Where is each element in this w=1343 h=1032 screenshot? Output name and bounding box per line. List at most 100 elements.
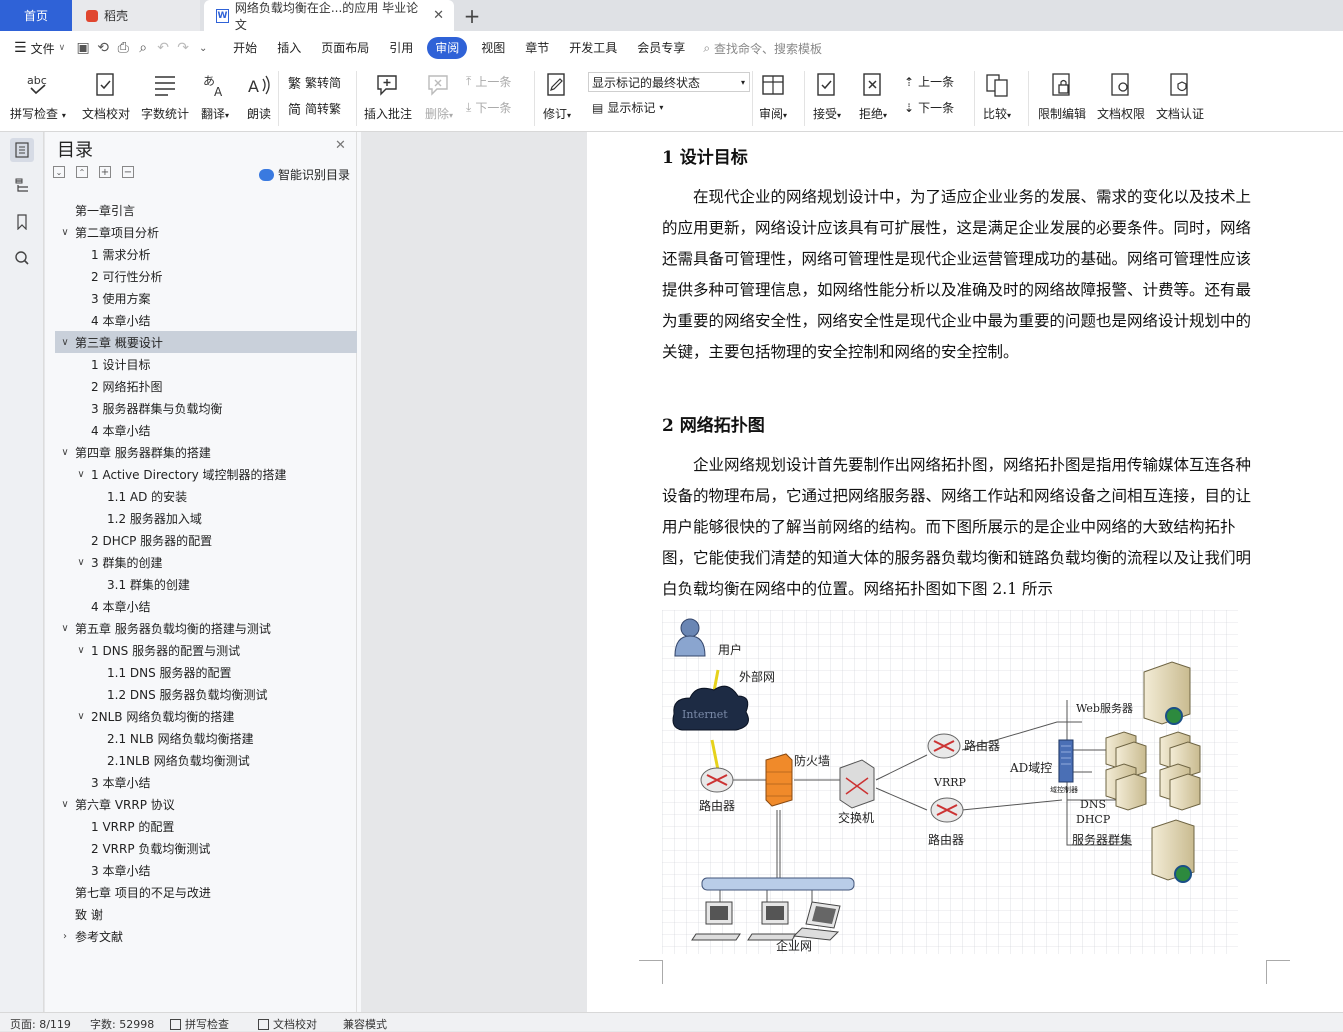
toc-item[interactable]: 第一章引言 — [45, 199, 357, 221]
toc-item[interactable]: 1 设计目标 — [45, 353, 357, 375]
word-count-indicator[interactable]: 字数: 52998 — [90, 1016, 154, 1032]
outline-panel-icon[interactable] — [10, 174, 34, 198]
new-tab-button[interactable]: + — [460, 0, 484, 31]
toc-item[interactable]: ∨ 2NLB 网络负载均衡的搭建 — [45, 705, 357, 727]
trad-to-simp-button[interactable]: 繁 繁转简 — [288, 73, 341, 92]
accept-button[interactable]: 接受▾ — [812, 71, 842, 122]
revise-button[interactable]: 修订▾ — [542, 71, 572, 122]
compare-button[interactable]: 比较▾ — [982, 71, 1012, 122]
chevron-down-icon[interactable]: ∨ — [59, 337, 71, 348]
tab-document[interactable]: W 网络负载均衡在企...的应用 毕业论文 ✕ — [204, 0, 454, 32]
reject-button[interactable]: 拒绝▾ — [858, 71, 888, 122]
export-icon[interactable]: ⟲ — [93, 38, 113, 58]
toc-item[interactable]: 3.1 群集的创建 — [45, 573, 357, 595]
toc-item[interactable]: ∨ 3 群集的创建 — [45, 551, 357, 573]
toc-item[interactable]: 1.2 服务器加入域 — [45, 507, 357, 529]
doc-proof-toggle[interactable]: 文档校对 — [258, 1016, 317, 1032]
toc-item[interactable]: 4 本章小结 — [45, 419, 357, 441]
chevron-down-icon[interactable]: ∨ — [59, 447, 71, 458]
toc-item[interactable]: ∨ 第二章项目分析 — [45, 221, 357, 243]
toc-item[interactable]: 2 DHCP 服务器的配置 — [45, 529, 357, 551]
spell-check-toggle[interactable]: 拼写检查 — [170, 1016, 229, 1032]
toc-item[interactable]: 2 VRRP 负载均衡测试 — [45, 837, 357, 859]
more-icon[interactable]: ⌄ — [193, 38, 213, 58]
doc-permission-button[interactable]: 文档权限 — [1097, 71, 1145, 122]
toc-item[interactable]: 3 本章小结 — [45, 859, 357, 881]
print-icon[interactable]: ⎙ — [113, 38, 133, 58]
read-aloud-button[interactable]: A 朗读 — [244, 71, 274, 122]
bookmark-icon[interactable] — [10, 210, 34, 234]
toc-item[interactable]: ∨ 1 Active Directory 域控制器的搭建 — [45, 463, 357, 485]
chevron-down-icon[interactable]: ∨ — [75, 711, 87, 722]
menu-member[interactable]: 会员专享 — [627, 37, 695, 59]
toc-item[interactable]: › 参考文献 — [45, 925, 357, 947]
menu-section[interactable]: 章节 — [515, 37, 559, 59]
save-icon[interactable]: ▣ — [73, 38, 93, 58]
print-preview-icon[interactable]: ⌕ — [133, 38, 153, 58]
next-change-button[interactable]: ⇣ 下一条 — [904, 99, 954, 116]
restrict-edit-button[interactable]: 限制编辑 — [1038, 71, 1086, 122]
menu-review[interactable]: 审阅 — [427, 37, 468, 59]
file-menu[interactable]: ☰ 文件 ∨ — [0, 40, 73, 57]
prev-comment-button[interactable]: ⤒ 上一条 — [466, 73, 511, 90]
chevron-down-icon[interactable]: ∨ — [75, 645, 87, 656]
spell-check-button[interactable]: abc 拼写检查 ▾ — [10, 71, 66, 122]
toc-panel-icon[interactable] — [10, 138, 34, 162]
chevron-down-icon[interactable]: ∨ — [75, 469, 87, 480]
toc-item[interactable]: 第七章 项目的不足与改进 — [45, 881, 357, 903]
toc-item[interactable]: ∨ 第三章 概要设计 — [55, 331, 357, 353]
tab-daoke[interactable]: 稻壳 — [72, 0, 200, 31]
toc-item[interactable]: 1.1 DNS 服务器的配置 — [45, 661, 357, 683]
toc-item[interactable]: 2 可行性分析 — [45, 265, 357, 287]
command-search[interactable]: ⌕ 查找命令、搜索模板 — [703, 40, 822, 57]
review-pane-button[interactable]: 审阅▾ — [758, 71, 788, 122]
toc-item[interactable]: 致 谢 — [45, 903, 357, 925]
toc-item[interactable]: 4 本章小结 — [45, 595, 357, 617]
insert-comment-button[interactable]: 插入批注 — [364, 71, 412, 122]
translate-button[interactable]: あA 翻译▾ — [200, 71, 230, 122]
next-comment-button[interactable]: ⤓ 下一条 — [466, 99, 511, 116]
toc-item[interactable]: 4 本章小结 — [45, 309, 357, 331]
chevron-down-icon[interactable]: ∨ — [75, 557, 87, 568]
toc-item[interactable]: 1.1 AD 的安装 — [45, 485, 357, 507]
toc-item[interactable]: 3 使用方案 — [45, 287, 357, 309]
toc-item[interactable]: ∨ 第五章 服务器负载均衡的搭建与测试 — [45, 617, 357, 639]
show-markup-button[interactable]: ▤ 显示标记 ▾ — [592, 99, 663, 116]
chevron-down-icon[interactable]: ∨ — [59, 799, 71, 810]
menu-view[interactable]: 视图 — [471, 37, 515, 59]
toc-item[interactable]: ∨ 第四章 服务器群集的搭建 — [45, 441, 357, 463]
expand-all-icon[interactable]: ⌄ — [53, 166, 65, 178]
doc-proof-button[interactable]: 文档校对 — [82, 71, 130, 122]
doc-auth-button[interactable]: 文档认证 — [1156, 71, 1204, 122]
simp-to-trad-button[interactable]: 简 简转繁 — [288, 99, 341, 118]
menu-start[interactable]: 开始 — [223, 37, 267, 59]
chevron-down-icon[interactable]: ∨ — [59, 623, 71, 634]
delete-comment-button[interactable]: 删除▾ — [424, 71, 454, 122]
toc-item[interactable]: ∨ 第六章 VRRP 协议 — [45, 793, 357, 815]
toc-item[interactable]: 1.2 DNS 服务器负载均衡测试 — [45, 683, 357, 705]
toc-item[interactable]: 3 本章小结 — [45, 771, 357, 793]
toc-item[interactable]: 1 需求分析 — [45, 243, 357, 265]
redo-icon[interactable]: ↷ — [173, 38, 193, 58]
toc-item[interactable]: ∨ 1 DNS 服务器的配置与测试 — [45, 639, 357, 661]
word-count-button[interactable]: 字数统计 — [141, 71, 189, 122]
toc-item[interactable]: 2.1NLB 网络负载均衡测试 — [45, 749, 357, 771]
chevron-right-icon[interactable]: › — [59, 931, 71, 942]
page-indicator[interactable]: 页面: 8/119 — [10, 1016, 71, 1032]
search-icon[interactable] — [10, 246, 34, 270]
menu-insert[interactable]: 插入 — [267, 37, 311, 59]
add-heading-icon[interactable]: + — [99, 166, 111, 178]
toc-item[interactable]: 2 网络拓扑图 — [45, 375, 357, 397]
smart-toc-button[interactable]: 智能识别目录 — [259, 166, 350, 183]
toc-item[interactable]: 2.1 NLB 网络负载均衡搭建 — [45, 727, 357, 749]
markup-display-select[interactable]: 显示标记的最终状态 ▾ — [588, 72, 750, 92]
toc-item[interactable]: 1 VRRP 的配置 — [45, 815, 357, 837]
menu-page-layout[interactable]: 页面布局 — [311, 37, 379, 59]
toc-item[interactable]: 3 服务器群集与负载均衡 — [45, 397, 357, 419]
collapse-all-icon[interactable]: ⌃ — [76, 166, 88, 178]
tab-home[interactable]: 首页 — [0, 0, 72, 31]
chevron-down-icon[interactable]: ∨ — [59, 227, 71, 238]
close-icon[interactable]: ✕ — [433, 8, 444, 23]
close-icon[interactable]: ✕ — [335, 138, 346, 153]
menu-reference[interactable]: 引用 — [379, 37, 423, 59]
